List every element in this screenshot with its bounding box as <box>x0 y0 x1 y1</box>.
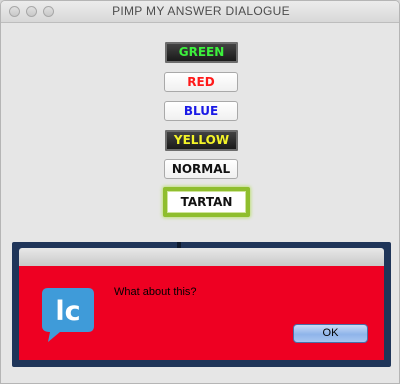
logo-text: lc <box>55 296 80 327</box>
red-button[interactable]: RED <box>164 72 238 92</box>
window-title: PIMP MY ANSWER DIALOGUE <box>112 4 290 18</box>
livecode-logo-icon: lc <box>42 288 94 342</box>
ok-button[interactable]: OK <box>293 324 368 343</box>
answer-dialog-titlebar[interactable] <box>19 248 384 266</box>
blue-button[interactable]: BLUE <box>164 101 238 121</box>
tartan-button[interactable]: TARTAN <box>163 187 250 217</box>
green-button[interactable]: GREEN <box>165 42 238 63</box>
title-bar[interactable]: PIMP MY ANSWER DIALOGUE <box>1 1 399 23</box>
yellow-button[interactable]: YELLOW <box>165 130 238 151</box>
dialog-message: What about this? <box>114 286 197 298</box>
normal-button[interactable]: NORMAL <box>164 159 238 179</box>
main-window: PIMP MY ANSWER DIALOGUE GREEN RED BLUE Y… <box>0 0 400 384</box>
